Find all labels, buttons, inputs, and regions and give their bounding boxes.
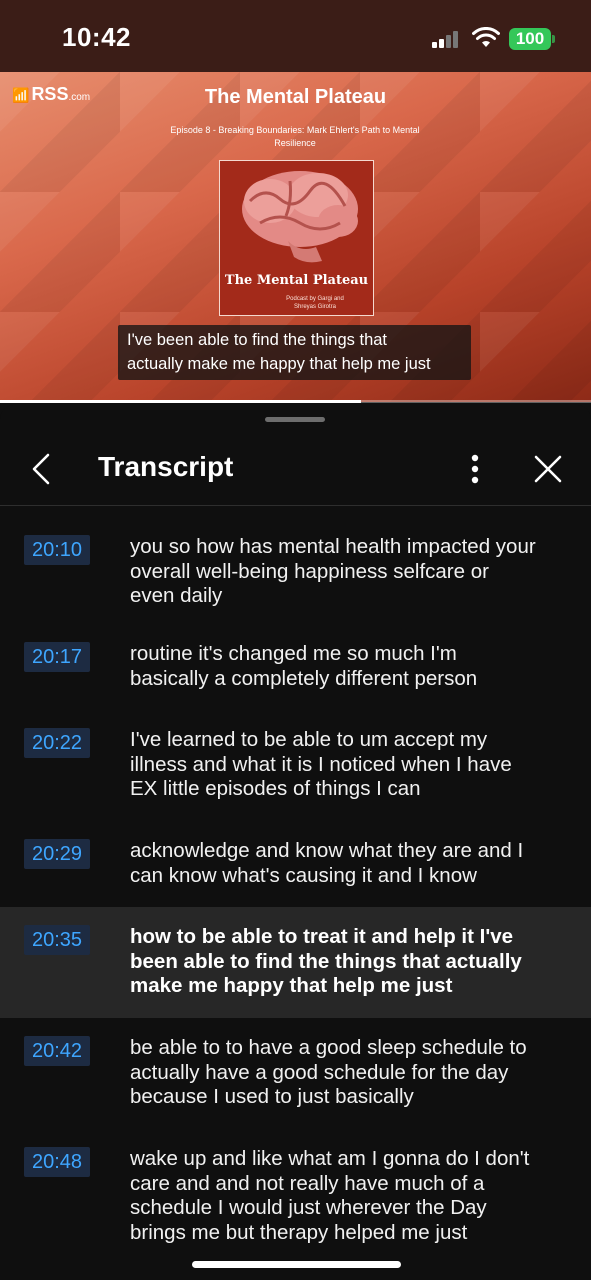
chevron-left-icon[interactable] bbox=[22, 447, 62, 491]
transcript-line: make me happy that help me just bbox=[130, 974, 453, 997]
cover-subtitle: Podcast by Gargi and Shreyas Girotra bbox=[260, 295, 370, 311]
transcript-row[interactable]: 20:10 you so how has mental health impact… bbox=[0, 506, 591, 624]
transcript-text: be able to to have a good sleep schedule… bbox=[130, 1036, 575, 1110]
transcript-text: routine it's changed me so much I'm basic… bbox=[130, 642, 575, 691]
transcript-line: brings me but therapy helped me just bbox=[130, 1220, 468, 1244]
transcript-line: schedule I would just wherever the Day bbox=[130, 1196, 487, 1219]
caption-overlay: I've been able to find the things that a… bbox=[118, 325, 471, 380]
cover-subtitle-line: Shreyas Girotra bbox=[293, 304, 336, 310]
battery-level: 100 bbox=[515, 29, 545, 48]
status-bar: 10:42 100 bbox=[0, 0, 591, 72]
transcript-row[interactable]: 20:29 acknowledge and know what they are … bbox=[0, 821, 591, 907]
transcript-line: acknowledge and know what they are and I bbox=[130, 839, 524, 862]
timestamp-chip[interactable]: 20:10 bbox=[24, 535, 90, 565]
transcript-line: you so how has mental health impacted yo… bbox=[130, 535, 536, 558]
transcript-row[interactable]: 20:17 routine it's changed me so much I'm… bbox=[0, 624, 591, 710]
transcript-row[interactable]: 20:22 I've learned to be able to um accep… bbox=[0, 710, 591, 821]
transcript-line: overall well-being happiness selfcare or bbox=[130, 559, 489, 583]
transcript-line: wake up and like what am I gonna do I do… bbox=[130, 1147, 530, 1170]
video-player[interactable]: 📶 RSS.com The Mental Plateau Episode 8 - … bbox=[0, 72, 591, 402]
transcript-text: how to be able to treat it and help it I… bbox=[130, 925, 575, 999]
transcript-line: I've learned to be able to um accept my bbox=[130, 728, 488, 751]
transcript-line: be able to to have a good sleep schedule… bbox=[130, 1036, 527, 1059]
transcript-line: how to be able to treat it and help it I… bbox=[130, 925, 514, 948]
podcast-cover-art: The Mental Plateau Podcast by Gargi and … bbox=[219, 160, 374, 316]
transcript-list: 20:10 you so how has mental health impact… bbox=[0, 506, 591, 1263]
transcript-row[interactable]: 20:42 be able to to have a good sleep sch… bbox=[0, 1018, 591, 1129]
transcript-row[interactable]: 20:48 wake up and like what am I gonna do… bbox=[0, 1129, 591, 1263]
transcript-text: you so how has mental health impacted yo… bbox=[130, 535, 575, 609]
cover-subtitle-line: Podcast by Gargi and bbox=[286, 296, 344, 302]
drag-handle[interactable] bbox=[265, 417, 325, 422]
caption-line: actually make me happy that help me just bbox=[127, 355, 431, 373]
transcript-line: EX little episodes of things I can bbox=[130, 777, 421, 800]
status-time: 10:42 bbox=[62, 22, 131, 52]
timestamp-chip[interactable]: 20:29 bbox=[24, 839, 90, 869]
transcript-line: because I used to just basically bbox=[130, 1085, 414, 1108]
playback-progress-bar[interactable] bbox=[0, 400, 591, 403]
battery-indicator: 100 bbox=[509, 28, 555, 50]
wifi-icon bbox=[472, 27, 500, 47]
timestamp-chip[interactable]: 20:48 bbox=[24, 1147, 90, 1177]
caption-line: I've been able to find the things that bbox=[127, 331, 388, 349]
cover-title: The Mental Plateau bbox=[224, 273, 369, 288]
transcript-line: care and and not really have much of a bbox=[130, 1171, 485, 1195]
home-indicator bbox=[192, 1261, 401, 1268]
transcript-line: can know what's causing it and I know bbox=[130, 863, 477, 887]
transcript-text: I've learned to be able to um accept my i… bbox=[130, 728, 575, 802]
transcript-text: wake up and like what am I gonna do I do… bbox=[130, 1147, 575, 1245]
close-icon[interactable] bbox=[528, 447, 568, 491]
episode-title: Episode 8 - Breaking Boundaries: Mark Eh… bbox=[170, 125, 420, 148]
transcript-text: acknowledge and know what they are and I… bbox=[130, 839, 575, 888]
transcript-line: routine it's changed me so much I'm bbox=[130, 642, 457, 665]
transcript-header: Transcript bbox=[0, 435, 591, 505]
brain-illustration-icon bbox=[242, 171, 358, 263]
transcript-line: actually have a good schedule for the da… bbox=[130, 1060, 509, 1084]
timestamp-chip[interactable]: 20:17 bbox=[24, 642, 90, 672]
timestamp-chip[interactable]: 20:42 bbox=[24, 1036, 90, 1066]
transcript-line: been able to find the things that actual… bbox=[130, 949, 522, 973]
transcript-line: even daily bbox=[130, 584, 223, 607]
transcript-line: illness and what it is I noticed when I … bbox=[130, 752, 512, 776]
transcript-panel: Transcript 20:10 you so how has mental he… bbox=[0, 405, 591, 1280]
transcript-row-active[interactable]: 20:35 how to be able to treat it and help… bbox=[0, 907, 591, 1018]
more-vertical-icon[interactable] bbox=[460, 449, 490, 489]
playback-progress-fill bbox=[0, 400, 361, 403]
podcast-title: The Mental Plateau bbox=[204, 86, 387, 108]
timestamp-chip[interactable]: 20:22 bbox=[24, 728, 90, 758]
transcript-line: basically a completely different person bbox=[130, 666, 478, 690]
transcript-title: Transcript bbox=[98, 451, 234, 482]
timestamp-chip[interactable]: 20:35 bbox=[24, 925, 90, 955]
cellular-signal-icon bbox=[432, 30, 462, 48]
